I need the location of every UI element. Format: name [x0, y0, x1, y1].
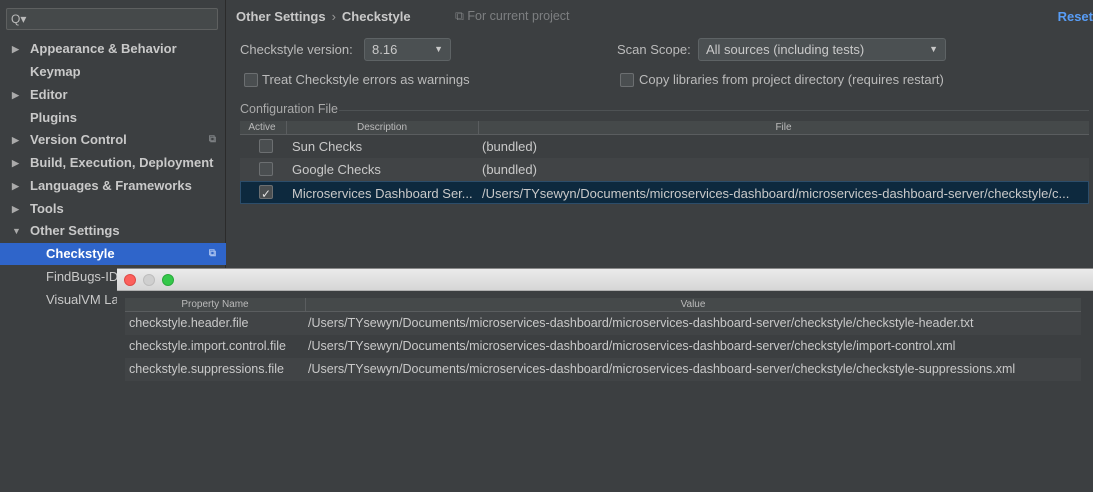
property-value[interactable]: /Users/TYsewyn/Documents/microservices-d… — [308, 335, 1078, 358]
property-value[interactable]: /Users/TYsewyn/Documents/microservices-d… — [308, 358, 1078, 381]
dialog-titlebar[interactable] — [117, 269, 1093, 291]
sidebar-item-version-control[interactable]: ▶ Version Control ⧉ — [0, 129, 226, 151]
expand-arrow-icon[interactable]: ▶ — [12, 198, 19, 220]
checkstyle-version-value: 8.16 — [372, 42, 398, 57]
property-name: checkstyle.suppressions.file — [129, 362, 284, 376]
section-divider — [339, 110, 1089, 111]
sidebar-item-label: Languages & Frameworks — [30, 178, 192, 193]
expand-arrow-icon[interactable]: ▶ — [12, 38, 19, 60]
column-header-file[interactable]: File — [478, 121, 1089, 134]
table-row[interactable]: Google Checks (bundled) — [240, 158, 1089, 181]
minimize-window-icon[interactable] — [143, 274, 155, 286]
breadcrumb-current: Checkstyle — [341, 9, 411, 24]
reset-link[interactable]: Reset — [1058, 9, 1093, 24]
breadcrumb-separator: › — [331, 9, 336, 24]
configuration-file-table: Active Description File Sun Checks (bund… — [240, 121, 1089, 206]
property-name: checkstyle.header.file — [129, 316, 249, 330]
dropdown-arrow-icon: ▼ — [434, 44, 443, 54]
dropdown-arrow-icon: ▼ — [929, 44, 938, 54]
sidebar-item-other-settings[interactable]: ▼ Other Settings — [0, 220, 226, 242]
table-row-selected[interactable]: Microservices Dashboard Ser... /Users/TY… — [240, 181, 1089, 206]
table-row[interactable]: checkstyle.import.control.file /Users/TY… — [125, 335, 1081, 358]
settings-search-input[interactable]: Q▾ — [6, 8, 218, 30]
for-current-project-note: ⧉ For current project — [455, 9, 570, 23]
copy-libraries-checkbox[interactable] — [620, 73, 634, 87]
row-description: Google Checks — [292, 162, 381, 177]
property-value[interactable]: /Users/TYsewyn/Documents/microservices-d… — [308, 312, 1078, 335]
row-file: (bundled) — [482, 162, 537, 177]
breadcrumb: Other Settings › Checkstyle — [236, 9, 411, 24]
active-checkbox-checked[interactable] — [259, 183, 273, 206]
scan-scope-label: Scan Scope: — [617, 42, 691, 57]
table-header: Active Description File — [240, 121, 1089, 135]
treat-errors-as-warnings-checkbox[interactable] — [244, 73, 258, 87]
row-file: (bundled) — [482, 139, 537, 154]
expand-arrow-icon[interactable]: ▶ — [12, 152, 19, 174]
zoom-window-icon[interactable] — [162, 274, 174, 286]
table-row[interactable]: Sun Checks (bundled) — [240, 135, 1089, 158]
project-scope-icon: ⧉ — [208, 134, 216, 145]
sidebar-item-label: Other Settings — [30, 223, 120, 238]
active-checkbox[interactable] — [259, 139, 273, 153]
configuration-file-title: Configuration File — [240, 102, 338, 116]
checkstyle-version-dropdown[interactable]: 8.16 ▼ — [364, 38, 451, 61]
table-header: Property Name Value — [125, 298, 1081, 312]
sidebar-item-label: Tools — [30, 201, 64, 216]
expand-arrow-icon[interactable]: ▶ — [12, 129, 19, 151]
sidebar-item-label: Build, Execution, Deployment — [30, 155, 214, 170]
sidebar-item-label: Checkstyle — [46, 246, 115, 261]
row-description: Microservices Dashboard Ser... — [292, 186, 473, 201]
scan-scope-value: All sources (including tests) — [706, 42, 865, 57]
sidebar-item-label: Plugins — [30, 110, 77, 125]
copy-libraries-label: Copy libraries from project directory (r… — [639, 72, 944, 87]
treat-errors-as-warnings-label: Treat Checkstyle errors as warnings — [262, 72, 470, 87]
column-header-description[interactable]: Description — [286, 121, 478, 134]
table-row[interactable]: checkstyle.suppressions.file /Users/TYse… — [125, 358, 1081, 381]
active-checkbox[interactable] — [259, 162, 273, 176]
column-header-active[interactable]: Active — [240, 121, 284, 134]
project-scope-icon: ⧉ — [208, 248, 216, 259]
sidebar-item-label: Version Control — [30, 132, 127, 147]
expand-arrow-icon[interactable]: ▶ — [12, 84, 19, 106]
row-file: /Users/TYsewyn/Documents/microservices-d… — [482, 186, 1070, 201]
expand-arrow-icon[interactable]: ▶ — [12, 175, 19, 197]
row-description: Sun Checks — [292, 139, 363, 154]
checkstyle-version-label: Checkstyle version: — [240, 42, 353, 57]
collapse-arrow-icon[interactable]: ▼ — [12, 220, 21, 242]
scan-scope-dropdown[interactable]: All sources (including tests) ▼ — [698, 38, 946, 61]
sidebar-item-label: Editor — [30, 87, 68, 102]
sidebar-item-appearance[interactable]: ▶ Appearance & Behavior — [0, 38, 226, 60]
sidebar-item-checkstyle[interactable]: Checkstyle ⧉ — [0, 243, 226, 265]
sidebar-item-label: Keymap — [30, 64, 81, 79]
sidebar-item-languages[interactable]: ▶ Languages & Frameworks — [0, 175, 226, 197]
sidebar-item-tools[interactable]: ▶ Tools — [0, 198, 226, 220]
sidebar-item-label: Appearance & Behavior — [30, 41, 177, 56]
breadcrumb-parent: Other Settings — [236, 9, 326, 24]
close-window-icon[interactable] — [124, 274, 136, 286]
sidebar-item-keymap[interactable]: Keymap — [0, 61, 226, 83]
column-header-property-name[interactable]: Property Name — [125, 298, 305, 311]
sidebar-item-editor[interactable]: ▶ Editor — [0, 84, 226, 106]
properties-table: Property Name Value checkstyle.header.fi… — [125, 298, 1081, 381]
table-row[interactable]: checkstyle.header.file /Users/TYsewyn/Do… — [125, 312, 1081, 335]
properties-dialog: Property Name Value checkstyle.header.fi… — [117, 268, 1093, 492]
sidebar-item-plugins[interactable]: Plugins — [0, 107, 226, 129]
sidebar-item-build[interactable]: ▶ Build, Execution, Deployment — [0, 152, 226, 174]
column-header-value[interactable]: Value — [305, 298, 1081, 311]
property-name: checkstyle.import.control.file — [129, 339, 287, 353]
